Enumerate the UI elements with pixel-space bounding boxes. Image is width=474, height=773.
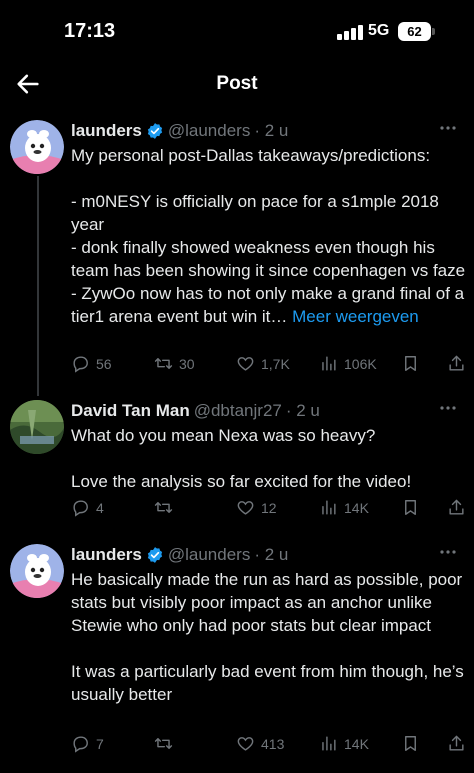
post-time: · 2 u [254,545,289,564]
views-button[interactable]: 106K [319,354,377,373]
post-text: My personal post-Dallas takeaways/predic… [71,144,466,328]
like-button[interactable]: 1,7K [236,354,290,373]
verified-badge-icon [147,547,162,563]
views-icon [322,356,336,371]
battery-icon: 62 [398,22,431,41]
show-more-link[interactable]: Meer weergeven [292,307,419,326]
like-count: 413 [261,735,285,752]
author-name[interactable]: David Tan Man [71,401,190,421]
post-time: · 2 u [254,121,289,140]
author-row: David Tan Man @dbtanjr27 · 2 u [71,400,320,422]
signal-icon [337,24,363,40]
views-icon [322,500,336,515]
verified-badge-icon [147,123,162,139]
author-row: launders @launders · 2 u [71,120,288,142]
author-handle[interactable]: @launders [168,121,250,141]
status-bar: 17:13 5G 62 [0,0,474,60]
author-row: launders @launders · 2 u [71,544,288,566]
share-icon [449,499,464,515]
bookmark-icon [405,500,416,515]
author-handle[interactable]: @launders [168,545,250,565]
views-count: 14K [344,735,369,752]
reply-button[interactable]: 56 [71,354,112,373]
repost-icon [154,502,173,513]
repost-button[interactable]: 30 [154,354,195,373]
main-post[interactable]: launders @launders · 2 u My personal pos… [0,120,474,395]
post-text-line: Love the analysis so far excited for the… [71,472,412,491]
like-icon [237,501,254,515]
reply-count: 4 [96,499,104,516]
views-count: 14K [344,499,369,516]
repost-count: 30 [179,355,195,372]
views-icon [322,736,336,751]
top-bar: Post [0,60,474,108]
bookmark-button[interactable] [401,354,420,373]
reply-icon [73,356,88,373]
share-button[interactable] [447,354,466,373]
action-bar: 7 413 14K [71,734,466,754]
avatar[interactable] [10,400,64,454]
like-icon [237,357,254,371]
avatar[interactable] [10,120,64,174]
like-button[interactable]: 12 [236,498,277,517]
reply-count: 7 [96,735,104,752]
like-icon [237,737,254,751]
share-button[interactable] [447,734,466,753]
share-icon [449,355,464,371]
post-text-line: It was a particularly bad event from him… [71,662,464,704]
bookmark-icon [405,736,416,751]
like-count: 1,7K [261,355,290,372]
more-icon[interactable] [438,122,458,134]
action-bar: 4 12 14K [71,498,466,518]
reply-post[interactable]: launders @launders · 2 u He basically ma… [0,544,474,759]
repost-button[interactable] [154,734,179,753]
views-button[interactable]: 14K [319,734,369,753]
views-count: 106K [344,355,377,372]
repost-icon [154,738,173,749]
bookmark-button[interactable] [401,498,420,517]
reply-post[interactable]: David Tan Man @dbtanjr27 · 2 u What do y… [0,400,474,520]
reply-button[interactable]: 7 [71,734,104,753]
reply-count: 56 [96,355,112,372]
repost-icon [154,358,173,369]
reply-button[interactable]: 4 [71,498,104,517]
share-button[interactable] [447,498,466,517]
post-text-line: What do you mean Nexa was so heavy? [71,426,376,445]
post-text: What do you mean Nexa was so heavy? Love… [71,424,466,493]
author-name[interactable]: launders [71,545,142,565]
author-handle[interactable]: @dbtanjr27 [194,401,282,421]
like-button[interactable]: 413 [236,734,284,753]
bookmark-button[interactable] [401,734,420,753]
status-time: 17:13 [64,20,116,42]
like-count: 12 [261,499,277,516]
avatar[interactable] [10,544,64,598]
bookmark-icon [405,356,416,371]
post-text-line: He basically made the run as hard as pos… [71,570,463,635]
post-text-line: My personal post-Dallas takeaways/predic… [71,146,431,165]
post-time: · 2 u [285,401,320,420]
battery-tip [432,28,435,35]
views-button[interactable]: 14K [319,498,369,517]
action-bar: 56 30 1,7K 106K [71,354,466,374]
author-name[interactable]: launders [71,121,142,141]
network-label: 5G [368,22,390,39]
share-icon [449,735,464,751]
reply-icon [73,736,88,753]
more-icon[interactable] [438,546,458,558]
post-text: He basically made the run as hard as pos… [71,568,466,706]
reply-icon [73,500,88,517]
page-title: Post [216,73,258,94]
more-icon[interactable] [438,402,458,414]
repost-button[interactable] [154,498,179,517]
post-text-line: - m0NESY is officially on pace for a s1m… [71,192,466,326]
